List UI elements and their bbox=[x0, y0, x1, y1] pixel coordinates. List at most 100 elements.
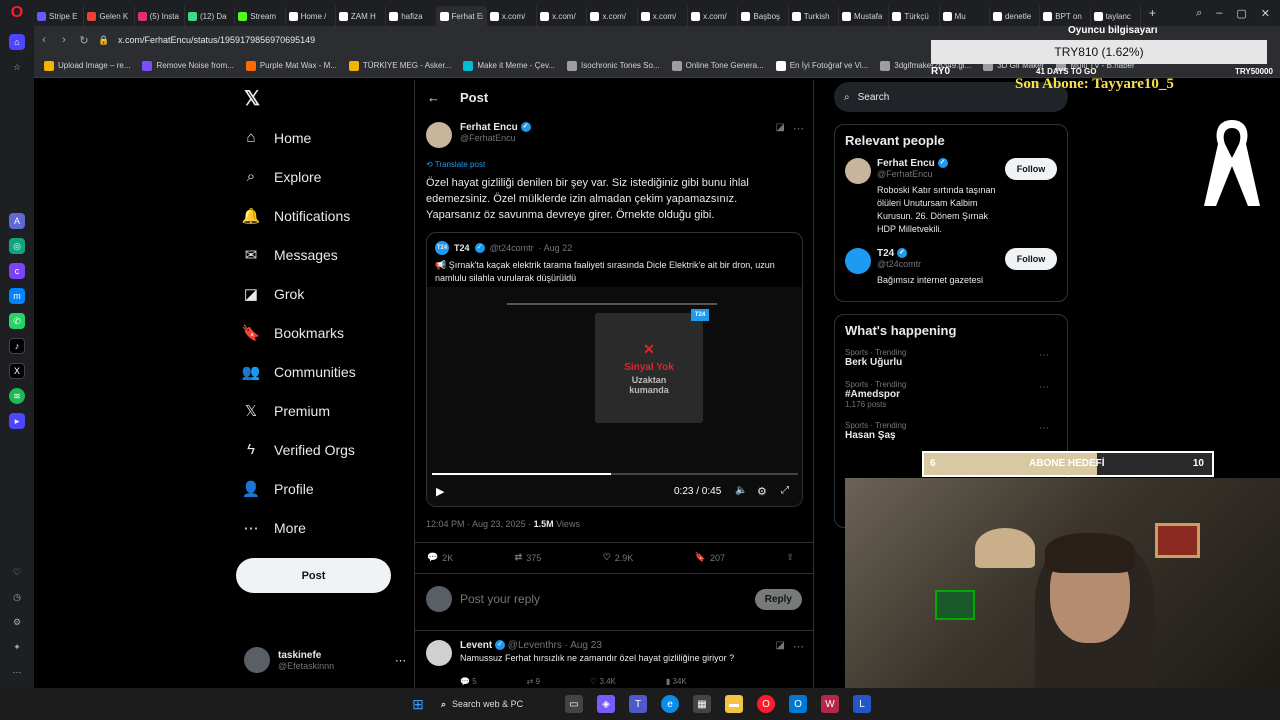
trend-more-icon[interactable]: ⋯ bbox=[1039, 350, 1049, 361]
fullscreen-icon[interactable]: ⤢ bbox=[781, 485, 789, 496]
nav-item-communities[interactable]: 👥 Communities bbox=[236, 352, 406, 391]
star-icon[interactable]: ☆ bbox=[9, 59, 25, 75]
cs-icon[interactable]: c bbox=[9, 263, 25, 279]
browser-tab[interactable]: Ferhat Encu bbox=[436, 6, 487, 26]
trend-more-icon[interactable]: ⋯ bbox=[1039, 382, 1049, 393]
nav-item-profile[interactable]: 👤 Profile bbox=[236, 469, 406, 508]
opera-taskbar-icon[interactable]: O bbox=[757, 695, 775, 713]
player-icon[interactable]: ▸ bbox=[9, 413, 25, 429]
person-row[interactable]: Ferhat Encu ✓ @FerhatEncu Roboski Katır sı… bbox=[845, 158, 1057, 236]
site-info-icon[interactable]: 🔒 bbox=[94, 35, 114, 46]
reply-views-action[interactable]: ▮ 34K bbox=[666, 677, 687, 686]
nav-item-verified[interactable]: ϟ Verified Orgs bbox=[236, 430, 406, 469]
bookmark-item[interactable]: Upload Image – re... bbox=[44, 60, 130, 71]
play-icon[interactable]: ▶ bbox=[436, 485, 444, 498]
browser-tab[interactable]: denetle bbox=[990, 6, 1041, 26]
nav-item-home[interactable]: ⌂ Home bbox=[236, 118, 406, 157]
account-switcher[interactable]: taskinefe @Efetaskinnn ⋯ bbox=[244, 642, 406, 678]
volume-icon[interactable]: 🔈 bbox=[735, 485, 747, 496]
task-view-icon[interactable]: ▭ bbox=[565, 695, 583, 713]
browser-tab[interactable]: BPT on bbox=[1040, 6, 1091, 26]
share-icon[interactable]: ⇪ bbox=[786, 552, 794, 563]
trend-more-icon[interactable]: ⋯ bbox=[1039, 423, 1049, 434]
retweet-action[interactable]: ⇄ 375 bbox=[515, 552, 542, 563]
browser-tab[interactable]: Mustafa bbox=[839, 6, 890, 26]
x-logo-icon[interactable]: 𝕏 bbox=[236, 80, 406, 116]
browser-tab[interactable]: (12) Da bbox=[185, 6, 236, 26]
url-field[interactable]: x.com/FerhatEncu/status/1959179856970695… bbox=[118, 35, 315, 45]
quoted-post[interactable]: T24 T24 ✓ @t24comtr · Aug 22 📢 Şırnak'ta… bbox=[426, 232, 803, 507]
forward-icon[interactable]: › bbox=[54, 34, 74, 46]
browser-tab[interactable]: Gelen K bbox=[84, 6, 135, 26]
more-dots-icon[interactable]: ⋯ bbox=[9, 664, 25, 680]
translate-link[interactable]: ⟲ Translate post bbox=[426, 160, 485, 169]
l-app-icon[interactable]: L bbox=[853, 695, 871, 713]
browser-tab[interactable]: taylanc bbox=[1091, 6, 1141, 26]
account-more-icon[interactable]: ⋯ bbox=[395, 654, 406, 667]
bookmark-item[interactable]: Make it Meme - Çev... bbox=[463, 60, 555, 71]
spotify-icon[interactable]: ≋ bbox=[9, 388, 25, 404]
browser-tab[interactable]: Stream bbox=[235, 6, 286, 26]
bookmark-item[interactable]: Remove Noise from... bbox=[142, 60, 234, 71]
reply-input[interactable]: Post your reply bbox=[460, 592, 747, 606]
history-icon[interactable]: ◷ bbox=[9, 589, 25, 605]
chatgpt-icon[interactable]: ◎ bbox=[9, 238, 25, 254]
edge-icon[interactable]: e bbox=[661, 695, 679, 713]
follow-button[interactable]: Follow bbox=[1005, 158, 1057, 180]
nav-item-bookmarks[interactable]: 🔖 Bookmarks bbox=[236, 313, 406, 352]
browser-tab[interactable]: Türkçü bbox=[889, 6, 940, 26]
whatsapp-icon[interactable]: ✆ bbox=[9, 313, 25, 329]
video-progress-track[interactable] bbox=[432, 473, 798, 475]
browser-tab[interactable]: x.com/ bbox=[587, 6, 638, 26]
post-timestamp[interactable]: 12:04 PM · Aug 23, 2025 · bbox=[426, 519, 534, 529]
bulb-icon[interactable]: ✦ bbox=[9, 639, 25, 655]
person-avatar[interactable] bbox=[845, 158, 871, 184]
reply-author[interactable]: Levent bbox=[460, 640, 492, 651]
nav-item-more[interactable]: ⋯ More bbox=[236, 508, 406, 547]
browser-tab[interactable]: ZAM H bbox=[336, 6, 387, 26]
outlook-icon[interactable]: O bbox=[789, 695, 807, 713]
heart-icon[interactable]: ♡ bbox=[9, 564, 25, 580]
nav-item-messages[interactable]: ✉ Messages bbox=[236, 235, 406, 274]
trend-item[interactable]: Sports · Trending Berk Uğurlu ⋯ bbox=[845, 348, 1057, 368]
reply-like-action[interactable]: ♡ 3.4K bbox=[590, 677, 616, 686]
browser-tab[interactable]: hafiza bbox=[386, 6, 437, 26]
browser-tab[interactable]: (5) Insta bbox=[135, 6, 185, 26]
browser-tab[interactable]: x.com/ bbox=[487, 6, 538, 26]
reply-retweet-action[interactable]: ⇄ 9 bbox=[527, 677, 540, 686]
trend-item[interactable]: Sports · Trending Hasan Şaş ⋯ bbox=[845, 421, 1057, 441]
reply-button[interactable]: Reply bbox=[754, 588, 802, 610]
tiktok-icon[interactable]: ♪ bbox=[9, 338, 25, 354]
close-window-icon[interactable]: ✕ bbox=[1261, 7, 1270, 20]
author-handle[interactable]: @FerhatEncu bbox=[460, 133, 768, 143]
browser-tab[interactable]: Stripe E bbox=[34, 6, 85, 26]
person-avatar[interactable] bbox=[845, 248, 871, 274]
tab-search-icon[interactable]: ⌕ bbox=[1196, 7, 1202, 20]
grok-icon[interactable]: ◪ bbox=[776, 122, 785, 148]
bookmark-item[interactable]: Purple Mat Wax - M... bbox=[245, 60, 337, 71]
person-name[interactable]: Ferhat Encu bbox=[877, 158, 935, 169]
video-player[interactable]: ✕ Sinyal Yok Uzaktan kumanda T24 ▶ 0:23 … bbox=[427, 287, 802, 506]
taskbar-search[interactable]: ⌕ Search web & PC bbox=[441, 699, 551, 710]
nav-item-premium[interactable]: 𝕏 Premium bbox=[236, 391, 406, 430]
reload-icon[interactable]: ↻ bbox=[74, 34, 94, 47]
bookmark-item[interactable]: Isochronic Tones So... bbox=[567, 60, 660, 71]
reply-avatar[interactable] bbox=[426, 640, 452, 666]
home-icon[interactable]: ⌂ bbox=[9, 34, 25, 50]
nav-item-grok[interactable]: ◪ Grok bbox=[236, 274, 406, 313]
x-icon[interactable]: X bbox=[9, 363, 25, 379]
video-settings-icon[interactable]: ⚙ bbox=[757, 485, 767, 498]
trend-item[interactable]: Sports · Trending #Amedspor 1,176 posts ⋯ bbox=[845, 380, 1057, 409]
bookmark-item[interactable]: TÜRKİYE MEG - Asker... bbox=[348, 60, 451, 71]
follow-button[interactable]: Follow bbox=[1005, 248, 1057, 270]
explorer-icon[interactable]: ▬ bbox=[725, 695, 743, 713]
reply-tweet[interactable]: Levent ✓ @Leventhrs · Aug 23 Namussuz Fe… bbox=[426, 640, 804, 686]
settings-icon[interactable]: ⚙ bbox=[9, 614, 25, 630]
author-avatar[interactable] bbox=[426, 122, 452, 148]
winrar-icon[interactable]: W bbox=[821, 695, 839, 713]
person-row[interactable]: T24 ✓ @t24comtr Bağımsız internet gazetesi… bbox=[845, 248, 1057, 287]
person-name[interactable]: T24 bbox=[877, 248, 894, 259]
like-action[interactable]: ♡ 2.9K bbox=[603, 552, 634, 563]
nav-item-notifications[interactable]: 🔔 Notifications bbox=[236, 196, 406, 235]
store-icon[interactable]: ▦ bbox=[693, 695, 711, 713]
